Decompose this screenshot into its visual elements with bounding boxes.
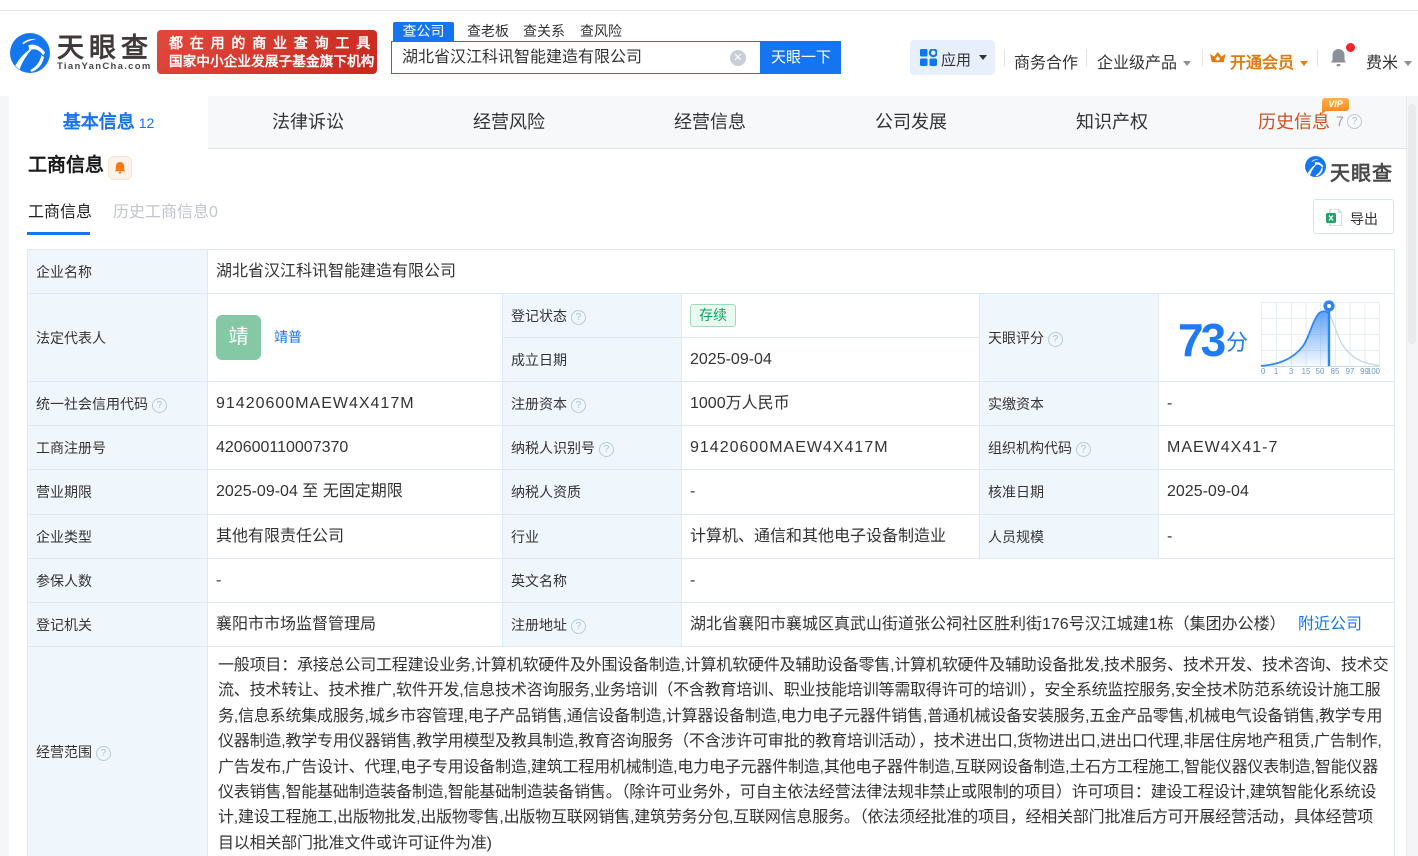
svg-text:85: 85 xyxy=(1331,367,1340,375)
svg-text:100: 100 xyxy=(1367,367,1380,375)
svg-text:15: 15 xyxy=(1302,367,1311,375)
svg-text:50: 50 xyxy=(1316,367,1325,375)
svg-text:0: 0 xyxy=(1261,367,1266,375)
svg-text:3: 3 xyxy=(1289,367,1293,375)
svg-text:1: 1 xyxy=(1274,367,1278,375)
svg-text:97: 97 xyxy=(1346,367,1355,375)
